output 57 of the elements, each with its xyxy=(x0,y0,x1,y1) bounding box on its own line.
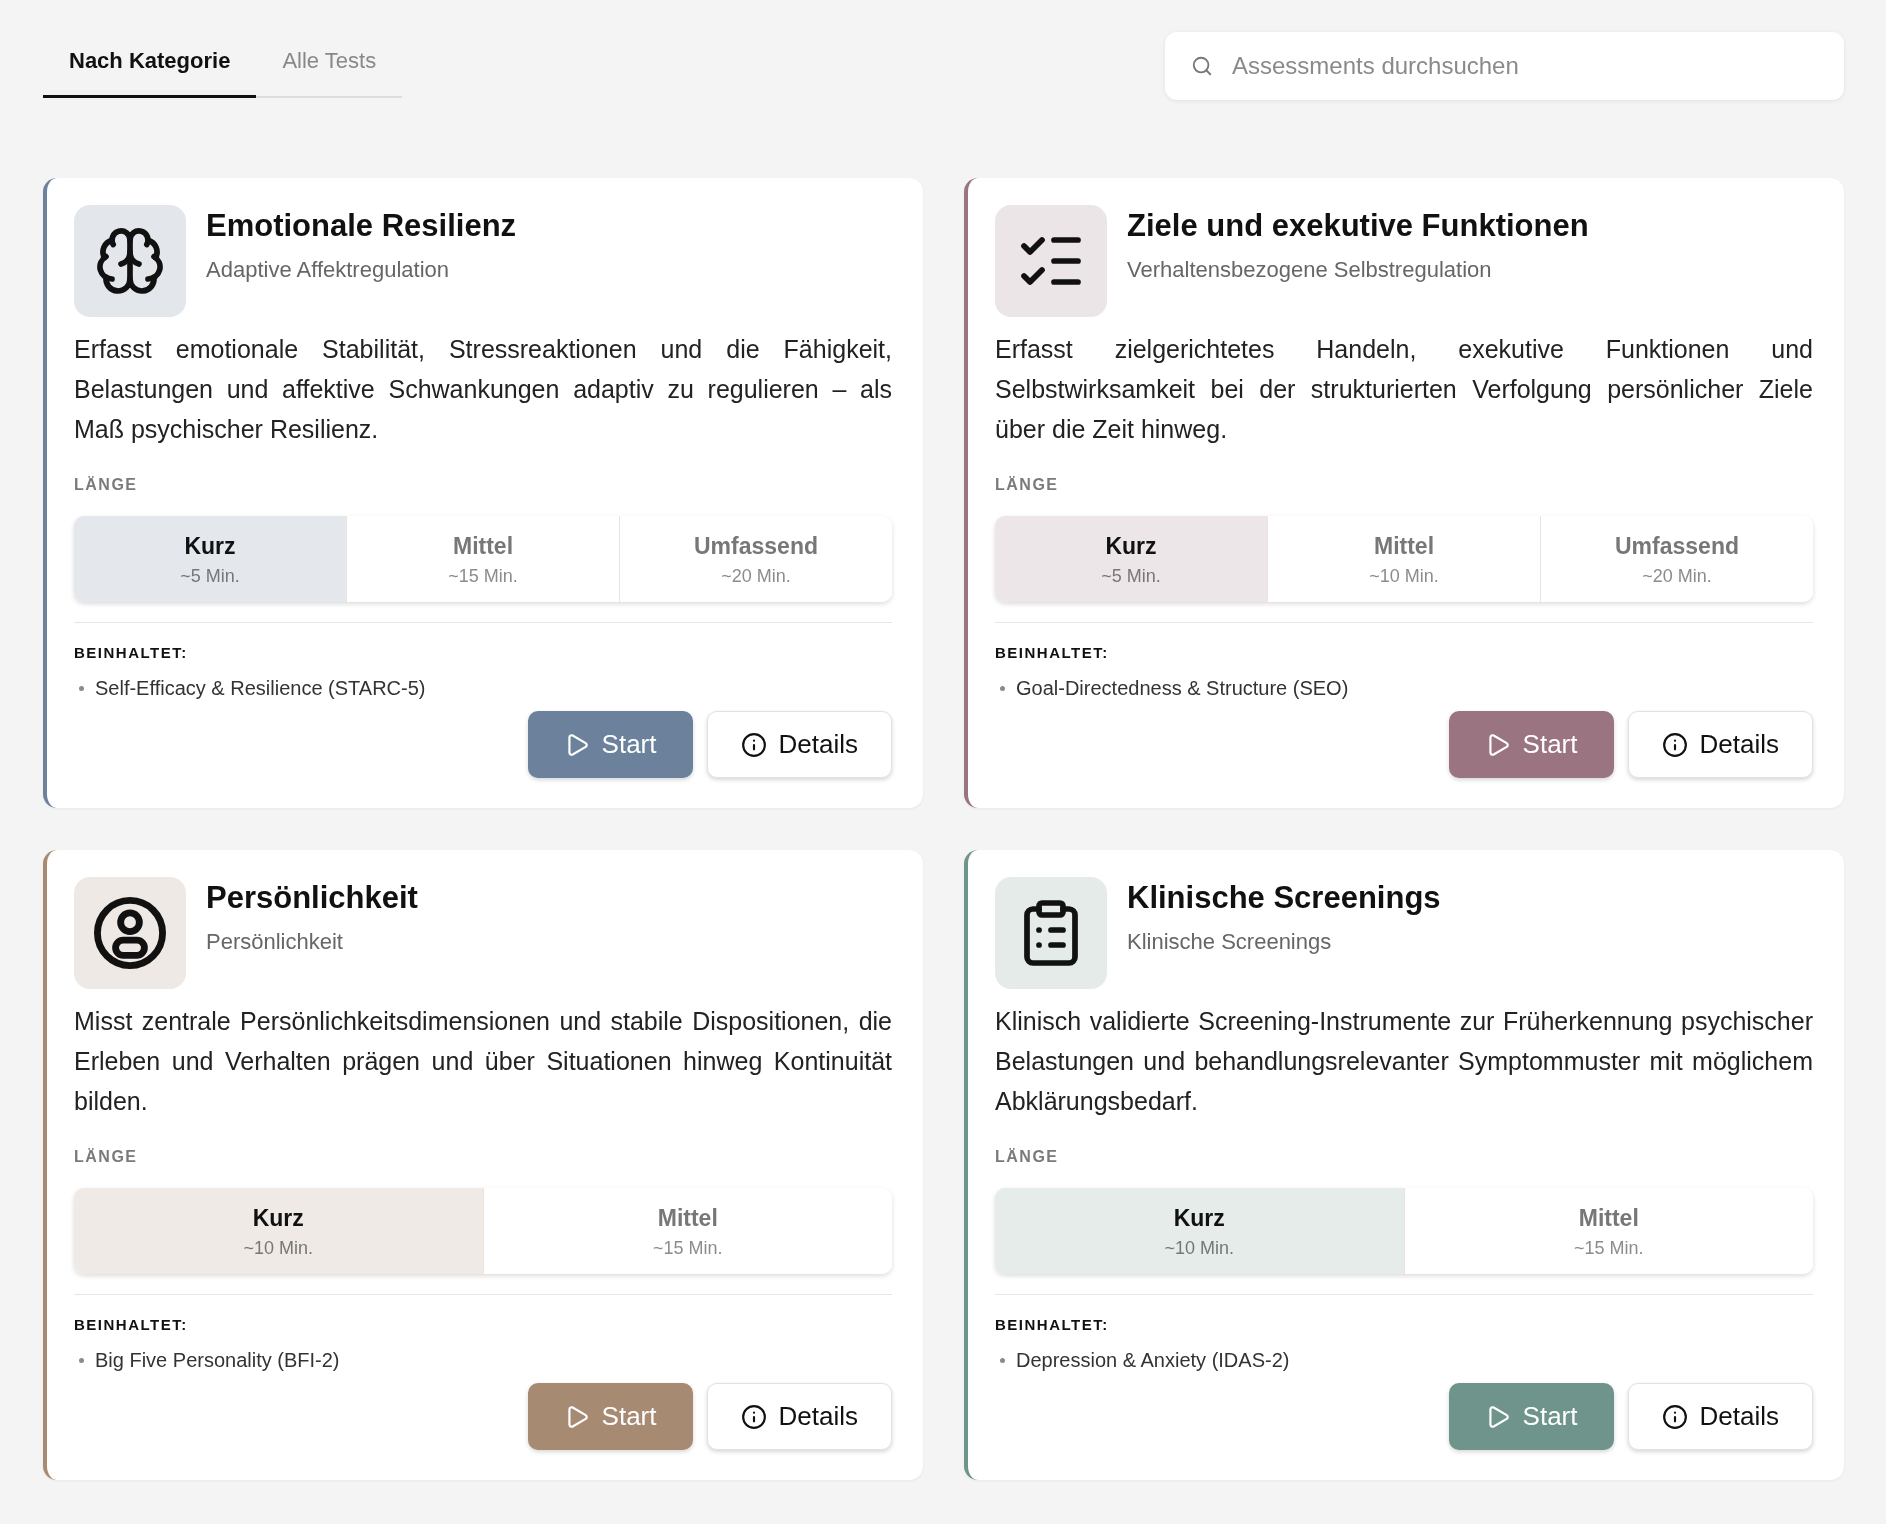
category-subtitle: Persönlichkeit xyxy=(206,928,343,956)
length-option[interactable]: Kurz ~5 Min. xyxy=(995,516,1267,602)
length-option[interactable]: Mittel ~10 Min. xyxy=(1267,516,1540,602)
category-description: Erfasst emotionale Stabilität, Stressreaktionen und die Fähigkeit, Belastungen und affektive Schwankungen adaptiv zu regulieren – als Maß psychischer Resilienz. xyxy=(74,334,892,445)
category-description: Erfasst zielgerichtetes Handeln, exekutive Funktionen und Selbstwirksamkeit bei der strukturierten Verfolgung persönlicher Ziele über die Zeit hinweg. xyxy=(995,334,1813,445)
length-label: LÄNGE xyxy=(995,475,1059,495)
details-button[interactable]: Details xyxy=(706,1383,892,1450)
bullet-icon xyxy=(79,685,84,691)
info-icon xyxy=(1661,1403,1688,1430)
start-button[interactable]: Start xyxy=(1448,1383,1614,1450)
bullet-icon xyxy=(1000,685,1005,691)
start-button[interactable]: Start xyxy=(1448,711,1614,778)
info-icon xyxy=(1661,731,1688,758)
included-test: Goal-Directedness & Structure (SEO) xyxy=(1016,676,1349,700)
info-icon xyxy=(740,731,767,758)
category-description: Klinisch validierte Screening-Instrumente zur Früherkennung psychischer Belastungen und behandlungsrelevanter Symptommuster mit möglichem Abklärungsbedarf. xyxy=(995,1006,1813,1117)
length-label: LÄNGE xyxy=(995,1147,1059,1167)
brain-icon xyxy=(74,205,186,317)
category-title: Ziele und exekutive Funktionen xyxy=(1127,207,1589,245)
length-option[interactable]: Mittel ~15 Min. xyxy=(1403,1188,1813,1274)
details-button[interactable]: Details xyxy=(1627,1383,1813,1450)
info-icon xyxy=(740,1403,767,1430)
search-icon xyxy=(1191,55,1213,77)
checklist-icon xyxy=(995,205,1107,317)
included-test: Big Five Personality (BFI-2) xyxy=(95,1348,340,1372)
included-test: Depression & Anxiety (IDAS-2) xyxy=(1016,1348,1290,1372)
category-title: Klinische Screenings xyxy=(1127,879,1441,917)
length-option[interactable]: Mittel ~15 Min. xyxy=(346,516,619,602)
category-subtitle: Adaptive Affektregulation xyxy=(206,256,449,284)
length-label: LÄNGE xyxy=(74,475,138,495)
length-option[interactable]: Umfassend ~20 Min. xyxy=(619,516,892,602)
clipboard-icon xyxy=(995,877,1107,989)
category-subtitle: Klinische Screenings xyxy=(1127,928,1332,956)
search-field[interactable]: Assessments durchsuchen xyxy=(1165,32,1844,100)
tab[interactable]: Nach Kategorie xyxy=(43,30,257,98)
category-description: Misst zentrale Persönlichkeitsdimensionen und stabile Dispositionen, die Erleben und Verhalten prägen und über Situationen hinweg Kontinuität bilden. xyxy=(74,1006,892,1117)
category-title: Emotionale Resilienz xyxy=(206,207,517,245)
start-button[interactable]: Start xyxy=(527,1383,693,1450)
length-label: LÄNGE xyxy=(74,1147,138,1167)
includes-label: BEINHALTET: xyxy=(74,643,188,663)
length-option[interactable]: Kurz ~5 Min. xyxy=(74,516,346,602)
details-button[interactable]: Details xyxy=(706,711,892,778)
includes-label: BEINHALTET: xyxy=(995,1315,1109,1335)
included-test: Self-Efficacy & Resilience (STARC-5) xyxy=(95,676,426,700)
includes-label: BEINHALTET: xyxy=(74,1315,188,1335)
length-option[interactable]: Kurz ~10 Min. xyxy=(995,1188,1404,1274)
tab[interactable]: Alle Tests xyxy=(256,30,403,98)
length-option[interactable]: Mittel ~15 Min. xyxy=(482,1188,892,1274)
includes-label: BEINHALTET: xyxy=(995,643,1109,663)
bullet-icon xyxy=(79,1357,84,1363)
start-button[interactable]: Start xyxy=(527,711,693,778)
length-option[interactable]: Umfassend ~20 Min. xyxy=(1540,516,1813,602)
length-option[interactable]: Kurz ~10 Min. xyxy=(74,1188,483,1274)
bullet-icon xyxy=(1000,1357,1005,1363)
details-button[interactable]: Details xyxy=(1627,711,1813,778)
category-title: Persönlichkeit xyxy=(206,879,418,917)
category-subtitle: Verhaltensbezogene Selbstregulation xyxy=(1127,256,1492,284)
